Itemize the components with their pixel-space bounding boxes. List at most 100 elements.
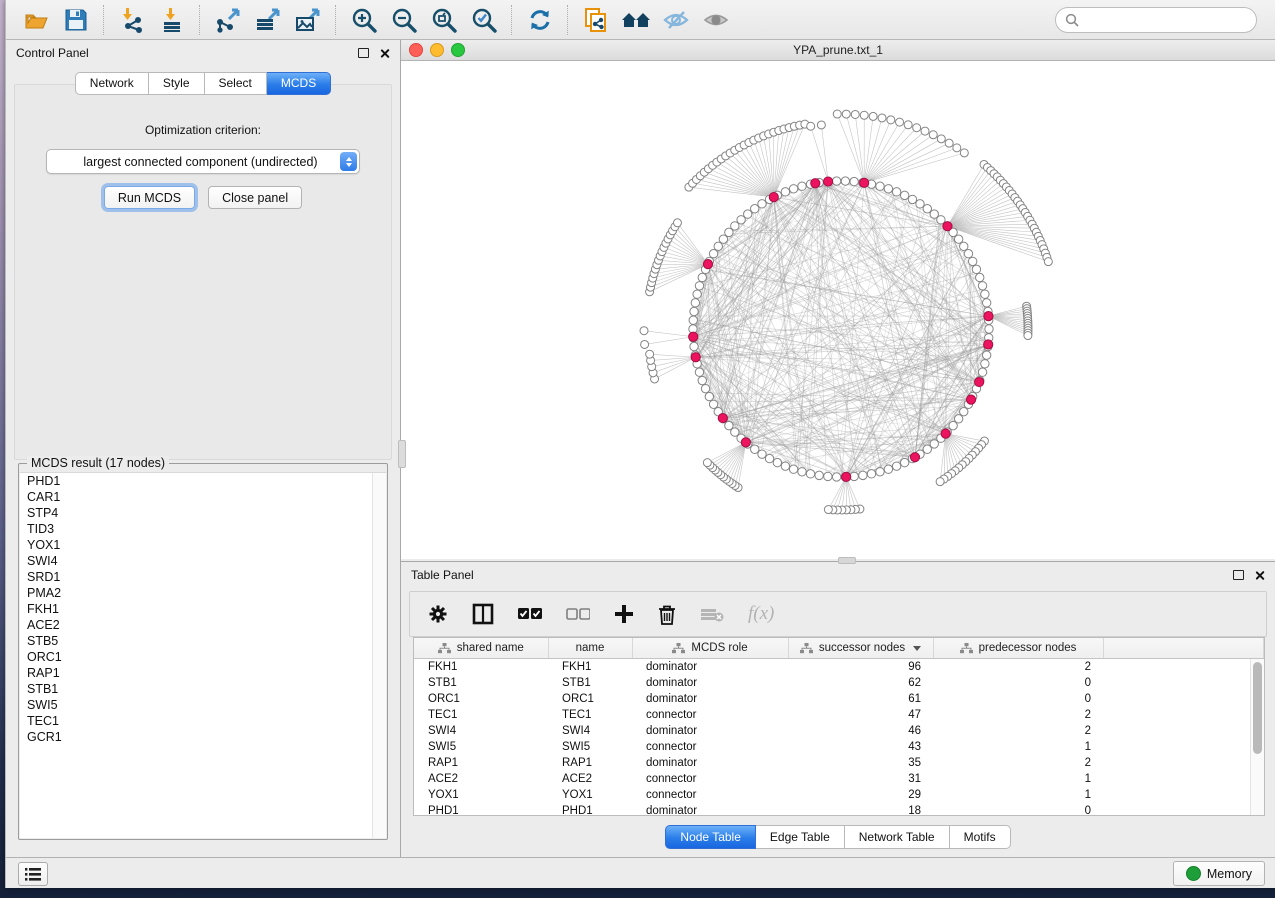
table-row[interactable]: PHD1PHD1dominator180 (414, 803, 1264, 816)
tab-network[interactable]: Network (75, 72, 149, 95)
column-header-successor-nodes[interactable]: successor nodes (788, 638, 933, 659)
clone-network-button[interactable] (576, 3, 616, 37)
add-column-icon[interactable] (614, 604, 634, 624)
search-input[interactable] (1084, 12, 1247, 28)
mcds-result-item[interactable]: STP4 (20, 505, 386, 521)
table-cell[interactable]: TEC1 (414, 707, 548, 723)
mcds-result-item[interactable]: SRD1 (20, 569, 386, 585)
table-cell[interactable]: dominator (632, 659, 788, 676)
mcds-result-item[interactable]: TID3 (20, 521, 386, 537)
column-header-MCDS-role[interactable]: MCDS role (632, 638, 788, 659)
table-vertical-scrollbar[interactable] (1250, 659, 1264, 815)
float-panel-icon[interactable] (1233, 570, 1244, 580)
import-table-button[interactable] (152, 3, 192, 37)
table-cell[interactable]: dominator (632, 723, 788, 739)
settings-icon[interactable] (428, 604, 448, 624)
mcds-result-item[interactable]: PMA2 (20, 585, 386, 601)
float-panel-icon[interactable] (358, 48, 369, 58)
mcds-result-item[interactable]: FKH1 (20, 601, 386, 617)
function-builder-icon[interactable]: f(x) (748, 603, 774, 625)
table-cell[interactable]: TEC1 (548, 707, 632, 723)
vertical-splitter-handle[interactable] (398, 440, 406, 468)
scrollbar-thumb[interactable] (1253, 662, 1262, 754)
mcds-result-item[interactable]: TEC1 (20, 713, 386, 729)
table-cell[interactable]: 47 (788, 707, 933, 723)
search-box[interactable] (1055, 7, 1257, 33)
zoom-selected-button[interactable] (464, 3, 504, 37)
mcds-result-item[interactable]: GCR1 (20, 729, 386, 745)
table-cell[interactable]: 35 (788, 755, 933, 771)
table-cell[interactable]: 2 (933, 723, 1103, 739)
table-cell[interactable]: RAP1 (414, 755, 548, 771)
table-cell[interactable]: connector (632, 707, 788, 723)
mcds-result-item[interactable]: ACE2 (20, 617, 386, 633)
table-cell[interactable]: YOX1 (548, 787, 632, 803)
save-session-button[interactable] (56, 3, 96, 37)
mcds-result-item[interactable]: RAP1 (20, 665, 386, 681)
tab-edge-table[interactable]: Edge Table (756, 825, 845, 849)
table-row[interactable]: SWI5SWI5connector431 (414, 739, 1264, 755)
column-header-name[interactable]: name (548, 638, 632, 659)
mcds-list-scrollbar[interactable] (372, 473, 386, 838)
table-cell[interactable]: 43 (788, 739, 933, 755)
hide-selected-button[interactable] (656, 3, 696, 37)
export-image-button[interactable] (288, 3, 328, 37)
table-cell[interactable]: 29 (788, 787, 933, 803)
close-panel-button[interactable]: Close panel (208, 186, 302, 209)
table-cell[interactable]: connector (632, 787, 788, 803)
tab-motifs[interactable]: Motifs (950, 825, 1011, 849)
table-cell[interactable]: 1 (933, 739, 1103, 755)
table-cell[interactable]: ACE2 (414, 771, 548, 787)
table-row[interactable]: TEC1TEC1connector472 (414, 707, 1264, 723)
table-cell[interactable]: PHD1 (548, 803, 632, 816)
table-cell[interactable]: SWI5 (548, 739, 632, 755)
table-header-row[interactable]: shared namenameMCDS rolesuccessor nodesp… (414, 638, 1264, 659)
table-cell[interactable]: SWI4 (548, 723, 632, 739)
table-cell[interactable]: FKH1 (414, 659, 548, 676)
import-network-button[interactable] (112, 3, 152, 37)
table-cell[interactable]: dominator (632, 755, 788, 771)
refresh-button[interactable] (520, 3, 560, 37)
table-row[interactable]: ACE2ACE2connector311 (414, 771, 1264, 787)
zoom-in-button[interactable] (344, 3, 384, 37)
zoom-fit-button[interactable] (424, 3, 464, 37)
table-cell[interactable]: 0 (933, 675, 1103, 691)
mcds-result-item[interactable]: STB5 (20, 633, 386, 649)
memory-button[interactable]: Memory (1173, 861, 1265, 886)
mcds-result-item[interactable]: SWI5 (20, 697, 386, 713)
run-mcds-button[interactable]: Run MCDS (104, 186, 195, 209)
column-header-predecessor-nodes[interactable]: predecessor nodes (933, 638, 1103, 659)
tab-style[interactable]: Style (149, 72, 205, 95)
mcds-result-item[interactable]: SWI4 (20, 553, 386, 569)
table-cell[interactable]: 96 (788, 659, 933, 676)
table-row[interactable]: ORC1ORC1dominator610 (414, 691, 1264, 707)
open-file-button[interactable] (16, 3, 56, 37)
first-neighbors-button[interactable] (616, 3, 656, 37)
table-cell[interactable]: 0 (933, 803, 1103, 816)
column-header-shared-name[interactable]: shared name (414, 638, 548, 659)
table-cell[interactable]: 2 (933, 659, 1103, 676)
column-layout-icon[interactable] (472, 603, 494, 625)
delete-table-icon[interactable] (700, 606, 724, 622)
show-all-button[interactable] (696, 3, 736, 37)
close-panel-icon[interactable] (1254, 570, 1265, 581)
zoom-out-button[interactable] (384, 3, 424, 37)
table-cell[interactable]: RAP1 (548, 755, 632, 771)
tab-network-table[interactable]: Network Table (845, 825, 950, 849)
node-table[interactable]: shared namenameMCDS rolesuccessor nodesp… (413, 637, 1265, 816)
table-cell[interactable]: PHD1 (414, 803, 548, 816)
mcds-result-item[interactable]: YOX1 (20, 537, 386, 553)
select-all-rows-icon[interactable] (518, 608, 542, 621)
table-row[interactable]: YOX1YOX1connector291 (414, 787, 1264, 803)
table-cell[interactable]: 31 (788, 771, 933, 787)
tab-node-table[interactable]: Node Table (665, 825, 756, 849)
tab-select[interactable]: Select (205, 72, 267, 95)
optimization-criterion-dropdown[interactable]: largest connected component (undirected) (46, 149, 360, 174)
table-row[interactable]: FKH1FKH1dominator962 (414, 659, 1264, 676)
deselect-all-rows-icon[interactable] (566, 608, 590, 621)
table-cell[interactable]: 1 (933, 787, 1103, 803)
table-row[interactable]: SWI4SWI4dominator462 (414, 723, 1264, 739)
table-cell[interactable]: 1 (933, 771, 1103, 787)
table-cell[interactable]: 18 (788, 803, 933, 816)
table-cell[interactable]: dominator (632, 675, 788, 691)
